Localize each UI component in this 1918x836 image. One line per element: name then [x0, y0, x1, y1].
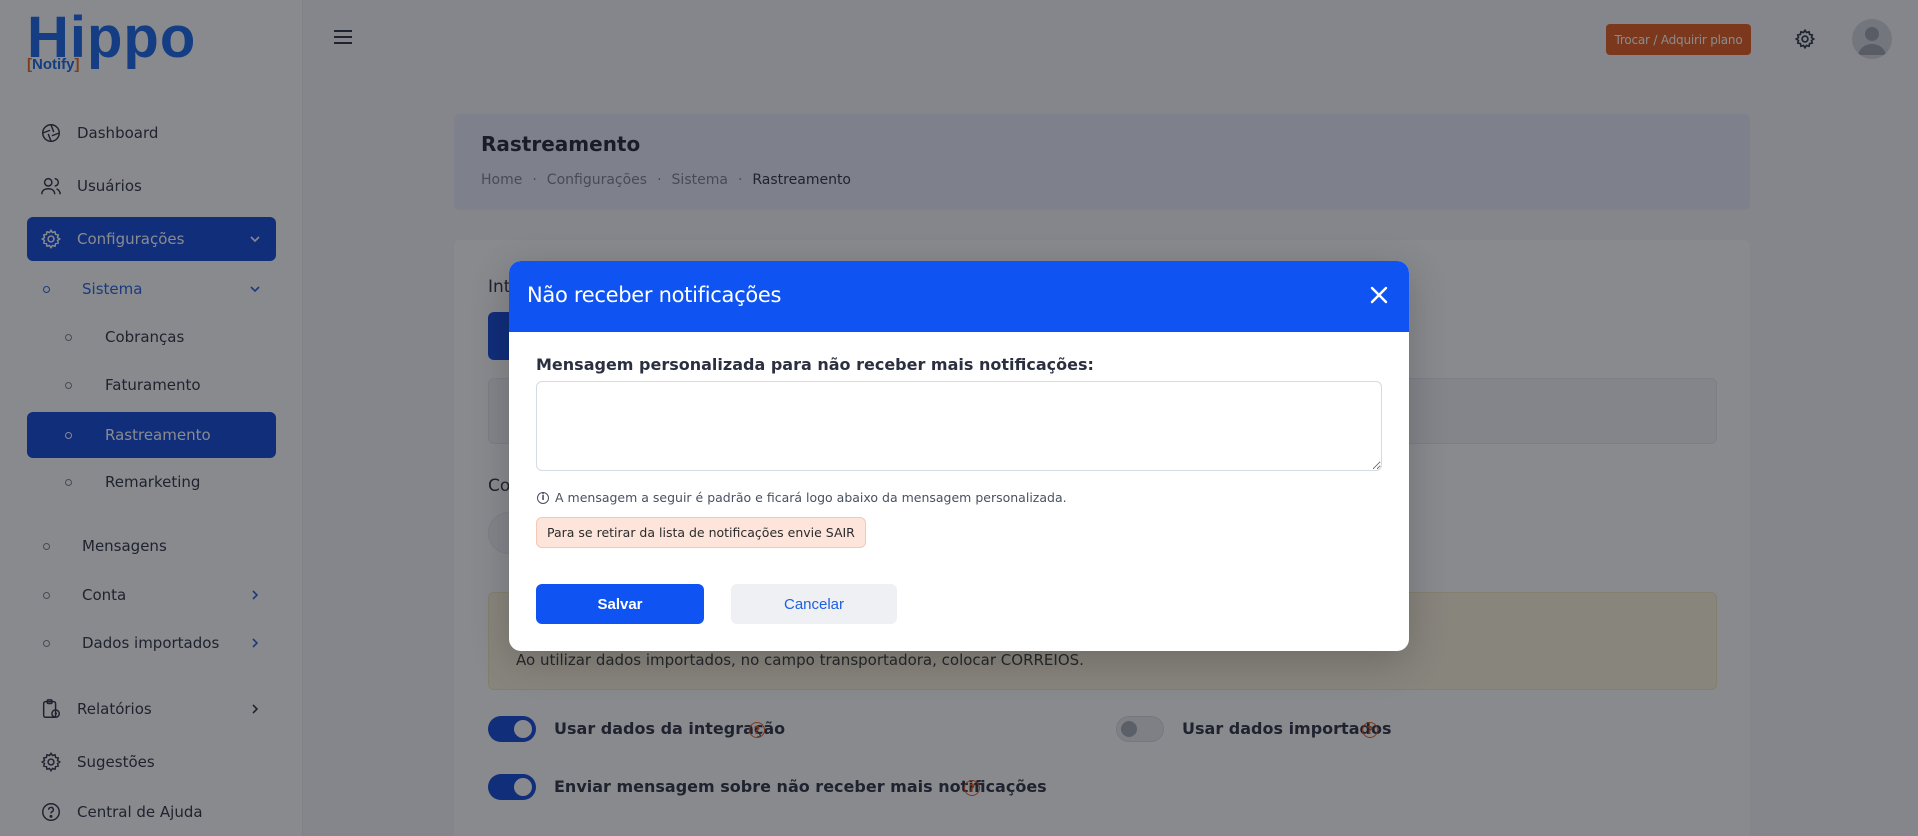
info-text: A mensagem a seguir é padrão e ficará lo…	[555, 490, 1067, 505]
info-row: i A mensagem a seguir é padrão e ficará …	[537, 490, 1067, 505]
custom-message-label: Mensagem personalizada para não receber …	[536, 355, 1094, 374]
default-message-badge: Para se retirar da lista de notificações…	[536, 517, 866, 548]
cancel-button[interactable]: Cancelar	[731, 584, 897, 624]
modal-header: Não receber notificações	[509, 261, 1409, 332]
close-icon[interactable]	[1369, 285, 1389, 305]
save-button[interactable]: Salvar	[536, 584, 704, 624]
modal-title: Não receber notificações	[527, 283, 782, 307]
unsubscribe-modal: Não receber notificações Mensagem person…	[509, 261, 1409, 651]
info-icon: i	[537, 491, 549, 504]
custom-message-textarea[interactable]	[536, 381, 1382, 471]
